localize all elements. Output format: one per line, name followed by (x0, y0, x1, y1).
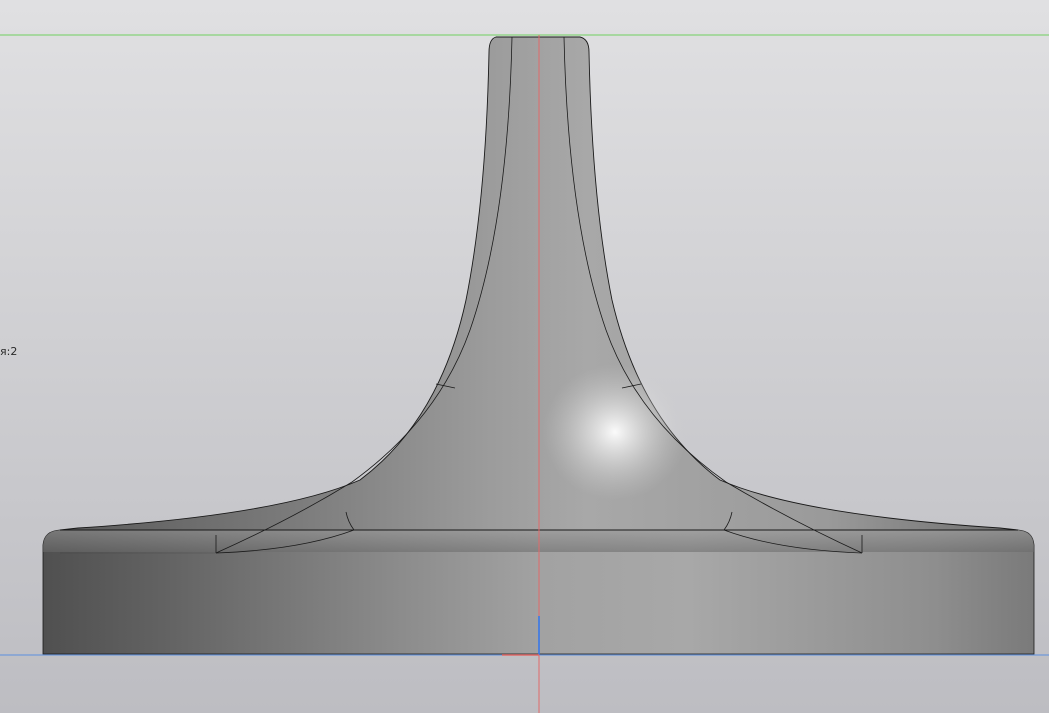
surface-highlight (543, 364, 687, 500)
model-scene[interactable] (0, 0, 1049, 713)
edge-label: я:2 (0, 345, 18, 358)
3d-viewport[interactable]: я:2 (0, 0, 1049, 713)
